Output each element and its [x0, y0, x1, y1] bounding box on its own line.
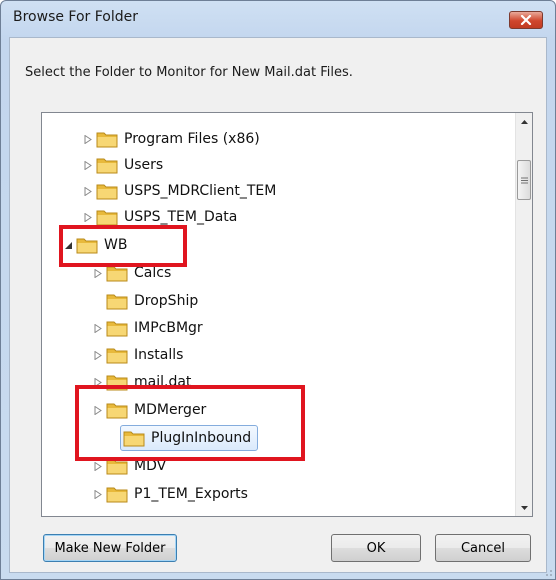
expand-triangle-icon[interactable] — [80, 157, 96, 173]
dialog-title: Browse For Folder — [13, 9, 139, 25]
title-bar[interactable]: Browse For Folder — [1, 1, 555, 37]
highlight-box-mdmerger-pluginbound — [75, 385, 305, 461]
tree-item-label: Program Files (x86) — [124, 131, 260, 147]
no-expander — [90, 293, 106, 309]
resize-grip-icon[interactable] — [541, 565, 553, 577]
highlight-box-wb — [59, 225, 187, 267]
tree-item-users[interactable]: Users — [80, 152, 163, 178]
folder-icon — [96, 184, 118, 200]
folder-icon — [106, 294, 128, 310]
folder-icon — [106, 321, 128, 337]
expand-triangle-icon[interactable] — [90, 320, 106, 336]
close-icon — [520, 15, 532, 25]
expand-triangle-icon[interactable] — [80, 183, 96, 199]
tree-item-label: Calcs — [134, 265, 172, 281]
scroll-up-icon — [520, 119, 528, 124]
expand-triangle-icon[interactable] — [80, 131, 96, 147]
expand-triangle-icon[interactable] — [90, 347, 106, 363]
ok-button[interactable]: OK — [331, 534, 421, 562]
scroll-up-button[interactable] — [516, 113, 532, 130]
folder-icon — [106, 487, 128, 503]
tree-item-usps-mdrclient-tem[interactable]: USPS_MDRClient_TEM — [80, 178, 276, 204]
instruction-text: Select the Folder to Monitor for New Mai… — [25, 65, 353, 80]
tree-item-program-files-x86[interactable]: Program Files (x86) — [80, 126, 260, 152]
tree-item-installs[interactable]: Installs — [90, 342, 183, 368]
close-button[interactable] — [509, 11, 543, 29]
tree-item-label: DropShip — [134, 293, 199, 309]
scroll-down-icon — [520, 505, 528, 510]
tree-item-label: P1_TEM_Exports — [134, 486, 248, 502]
tree-item-label: USPS_TEM_Data — [124, 209, 238, 225]
expand-triangle-icon[interactable] — [90, 486, 106, 502]
tree-item-label: Installs — [134, 347, 184, 363]
scroll-thumb[interactable] — [517, 160, 531, 200]
browse-for-folder-dialog: Browse For Folder Select the Folder to M… — [0, 0, 556, 580]
tree-item-label: Users — [124, 157, 164, 173]
scroll-down-button[interactable] — [516, 499, 532, 516]
make-new-folder-button[interactable]: Make New Folder — [43, 534, 177, 562]
tree-item-impcbmgr[interactable]: IMPcBMgr — [90, 315, 203, 341]
folder-icon — [96, 132, 118, 148]
tree-item-label: USPS_MDRClient_TEM — [124, 183, 277, 199]
cancel-button[interactable]: Cancel — [435, 534, 531, 562]
vertical-scrollbar[interactable] — [515, 113, 532, 516]
tree-item-p1-tem-exports[interactable]: P1_TEM_Exports — [90, 481, 248, 507]
folder-icon — [96, 210, 118, 226]
tree-item-dropship[interactable]: DropShip — [90, 288, 198, 314]
expand-triangle-icon[interactable] — [80, 209, 96, 225]
expand-triangle-icon[interactable] — [90, 265, 106, 281]
tree-item-label: IMPcBMgr — [134, 320, 203, 336]
folder-icon — [106, 348, 128, 364]
folder-icon — [96, 158, 118, 174]
grip-icon — [520, 177, 528, 183]
